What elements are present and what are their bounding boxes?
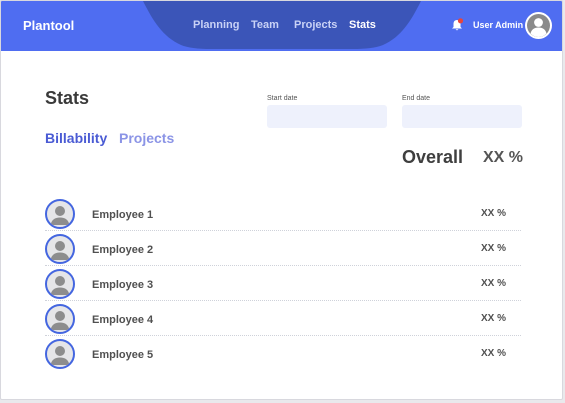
tab-projects[interactable]: Projects: [119, 130, 174, 146]
employee-row[interactable]: Employee 4 XX %: [45, 302, 521, 336]
bell-icon[interactable]: [451, 18, 463, 32]
employee-row[interactable]: Employee 5 XX %: [45, 337, 521, 371]
employee-avatar-icon: [45, 339, 75, 369]
start-date-input[interactable]: [267, 105, 387, 128]
tab-billability[interactable]: Billability: [45, 130, 107, 146]
employee-row[interactable]: Employee 2 XX %: [45, 232, 521, 266]
employee-billability: XX %: [481, 313, 507, 324]
employee-billability: XX %: [481, 348, 507, 359]
employee-billability: XX %: [481, 208, 507, 219]
employee-name: Employee 5: [92, 349, 154, 361]
employee-avatar-icon: [45, 199, 75, 229]
nav-item-team[interactable]: Team: [251, 19, 279, 31]
start-date-label: Start date: [267, 95, 298, 102]
employee-avatar-icon: [45, 304, 75, 334]
overall-label: Overall: [402, 147, 464, 167]
employee-avatar-icon: [45, 234, 75, 264]
top-navigation-bar: Plantool Planning Team Projects Stats Us…: [1, 1, 562, 51]
employee-row[interactable]: Employee 3 XX %: [45, 267, 521, 301]
nav-item-stats[interactable]: Stats: [349, 19, 376, 31]
nav-highlight-shape: [143, 1, 421, 49]
nav-item-projects[interactable]: Projects: [294, 19, 337, 31]
employee-billability: XX %: [481, 278, 507, 289]
employee-avatar-icon: [45, 269, 75, 299]
overall-value: XX %: [483, 149, 524, 166]
app-window: Plantool Planning Team Projects Stats Us…: [0, 0, 563, 400]
notification-dot: [457, 18, 463, 24]
page-title: Stats: [45, 88, 90, 108]
end-date-label: End date: [402, 95, 431, 102]
user-name-label[interactable]: User Admin: [473, 20, 523, 30]
employee-row[interactable]: Employee 1 XX %: [45, 197, 521, 231]
employee-name: Employee 4: [92, 314, 154, 326]
employee-name: Employee 3: [92, 279, 154, 291]
app-logo[interactable]: Plantool: [23, 18, 74, 33]
end-date-input[interactable]: [402, 105, 522, 128]
employee-name: Employee 1: [92, 209, 154, 221]
employee-name: Employee 2: [92, 244, 154, 256]
user-avatar-icon[interactable]: [525, 12, 552, 39]
employee-billability: XX %: [481, 243, 507, 254]
nav-item-planning[interactable]: Planning: [193, 19, 239, 31]
